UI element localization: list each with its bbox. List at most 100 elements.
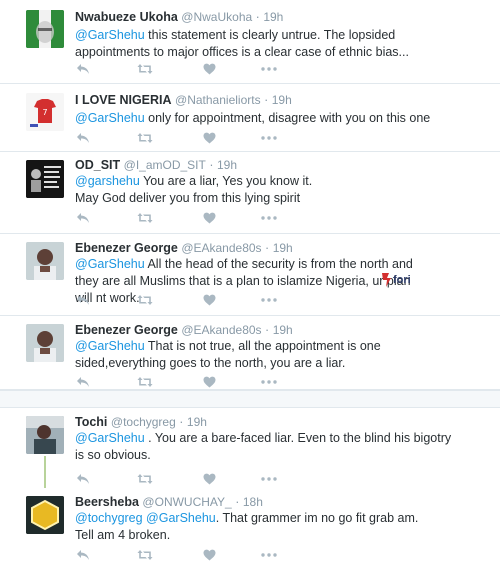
- more-button[interactable]: [261, 547, 277, 563]
- timestamp[interactable]: 19h: [273, 323, 293, 337]
- user-handle[interactable]: @NwaUkoha: [181, 10, 252, 24]
- reply-button[interactable]: [75, 210, 91, 226]
- timestamp[interactable]: 18h: [243, 495, 263, 509]
- timestamp[interactable]: 19h: [217, 158, 237, 172]
- tweet-actions: [75, 374, 285, 390]
- watermark-text: fori: [393, 274, 411, 286]
- retweet-button[interactable]: [137, 130, 153, 146]
- like-icon: [203, 549, 216, 561]
- tweet-item[interactable]: Nwabueze Ukoha @NwaUkoha · 19h @GarShehu…: [0, 0, 500, 84]
- watermark-logo: fori: [380, 270, 416, 288]
- tweet-item[interactable]: 7 I LOVE NIGERIA @Nathanieliorts · 19h @…: [0, 84, 500, 152]
- like-button[interactable]: [201, 547, 217, 563]
- more-icon: [261, 136, 277, 140]
- mention-link[interactable]: @garshehu: [75, 174, 140, 188]
- tweet-body-line-2: Tell am 4 broken.: [75, 528, 171, 542]
- conversation-divider: [0, 390, 500, 408]
- mention-link[interactable]: @GarShehu: [75, 431, 145, 445]
- retweet-button[interactable]: [137, 61, 153, 77]
- mention-link[interactable]: @GarShehu: [75, 28, 145, 42]
- avatar[interactable]: [26, 10, 64, 48]
- retweet-button[interactable]: [137, 374, 153, 390]
- tweet-header: Ebenezer George @EAkande80s · 19h: [75, 241, 293, 256]
- more-button[interactable]: [261, 61, 277, 77]
- tweet-header: Nwabueze Ukoha @NwaUkoha · 19h: [75, 10, 283, 25]
- retweet-button[interactable]: [137, 210, 153, 226]
- tweet-item[interactable]: OD_SIT @I_amOD_SIT · 19h @garshehu You a…: [0, 152, 500, 234]
- timestamp[interactable]: 19h: [187, 415, 207, 429]
- like-button[interactable]: [201, 210, 217, 226]
- user-name[interactable]: I LOVE NIGERIA: [75, 93, 172, 107]
- tweet-item[interactable]: Tochi @tochygreg · 19h @GarShehu . You a…: [0, 408, 500, 486]
- mention-link[interactable]: @GarShehu: [75, 257, 145, 271]
- mention-link[interactable]: @GarShehu: [75, 111, 145, 125]
- separator-dot: ·: [264, 93, 269, 107]
- more-button[interactable]: [261, 292, 277, 308]
- user-handle[interactable]: @ONWUCHAY_: [142, 495, 231, 509]
- like-icon: [203, 473, 216, 485]
- more-button[interactable]: [261, 210, 277, 226]
- timestamp[interactable]: 19h: [272, 93, 292, 107]
- retweet-button[interactable]: [137, 292, 153, 308]
- user-name[interactable]: Ebenezer George: [75, 323, 178, 337]
- reply-button[interactable]: [75, 547, 91, 563]
- user-name[interactable]: Beersheba: [75, 495, 139, 509]
- user-handle[interactable]: @EAkande80s: [181, 241, 261, 255]
- more-icon: [261, 216, 277, 220]
- user-handle[interactable]: @Nathanieliorts: [175, 93, 261, 107]
- mention-link[interactable]: @GarShehu: [75, 339, 145, 353]
- retweet-button[interactable]: [137, 471, 153, 487]
- tweet-item[interactable]: Beersheba @ONWUCHAY_ · 18h @tochygreg @G…: [0, 488, 500, 569]
- reply-button[interactable]: [75, 130, 91, 146]
- like-icon: [203, 63, 216, 75]
- avatar[interactable]: [26, 160, 64, 198]
- avatar[interactable]: 7: [26, 93, 64, 131]
- retweet-button[interactable]: [137, 547, 153, 563]
- user-handle[interactable]: @tochygreg: [111, 415, 176, 429]
- reply-button[interactable]: [75, 471, 91, 487]
- user-handle[interactable]: @EAkande80s: [181, 323, 261, 337]
- like-button[interactable]: [201, 374, 217, 390]
- more-button[interactable]: [261, 130, 277, 146]
- reply-button[interactable]: [75, 292, 91, 308]
- reply-icon: [76, 132, 90, 144]
- avatar[interactable]: [26, 324, 64, 362]
- retweet-icon: [137, 212, 153, 224]
- more-icon: [261, 477, 277, 481]
- more-button[interactable]: [261, 471, 277, 487]
- avatar[interactable]: [26, 416, 64, 454]
- retweet-icon: [137, 473, 153, 485]
- user-name[interactable]: Tochi: [75, 415, 107, 429]
- user-name[interactable]: Ebenezer George: [75, 241, 178, 255]
- separator-dot: ·: [265, 241, 270, 255]
- like-button[interactable]: [201, 61, 217, 77]
- user-handle[interactable]: @I_amOD_SIT: [124, 158, 206, 172]
- like-button[interactable]: [201, 471, 217, 487]
- retweet-icon: [137, 63, 153, 75]
- reply-icon: [76, 376, 90, 388]
- like-button[interactable]: [201, 292, 217, 308]
- like-icon: [203, 376, 216, 388]
- reply-icon: [76, 549, 90, 561]
- timestamp[interactable]: 19h: [273, 241, 293, 255]
- like-button[interactable]: [201, 130, 217, 146]
- tweet-actions: [75, 130, 285, 146]
- retweet-icon: [137, 549, 153, 561]
- tweet-header: Ebenezer George @EAkande80s · 19h: [75, 323, 293, 338]
- mention-link[interactable]: @tochygreg @GarShehu: [75, 511, 216, 525]
- tweet-body-line-2: May God deliver you from this lying spir…: [75, 191, 301, 205]
- more-button[interactable]: [261, 374, 277, 390]
- tweet-item[interactable]: Ebenezer George @EAkande80s · 19h @GarSh…: [0, 316, 500, 390]
- tweet-text: @GarShehu this statement is clearly untr…: [75, 27, 460, 61]
- tweet-body: only for appointment, disagree with you …: [144, 111, 431, 125]
- timestamp[interactable]: 19h: [263, 10, 283, 24]
- user-name[interactable]: OD_SIT: [75, 158, 120, 172]
- reply-button[interactable]: [75, 374, 91, 390]
- avatar[interactable]: [26, 496, 64, 534]
- tweet-actions: [75, 547, 285, 563]
- user-name[interactable]: Nwabueze Ukoha: [75, 10, 178, 24]
- tweet-text: @GarShehu That is not true, all the appo…: [75, 338, 460, 372]
- avatar[interactable]: [26, 242, 64, 280]
- reply-button[interactable]: [75, 61, 91, 77]
- tweet-item[interactable]: Ebenezer George @EAkande80s · 19h @GarSh…: [0, 234, 500, 316]
